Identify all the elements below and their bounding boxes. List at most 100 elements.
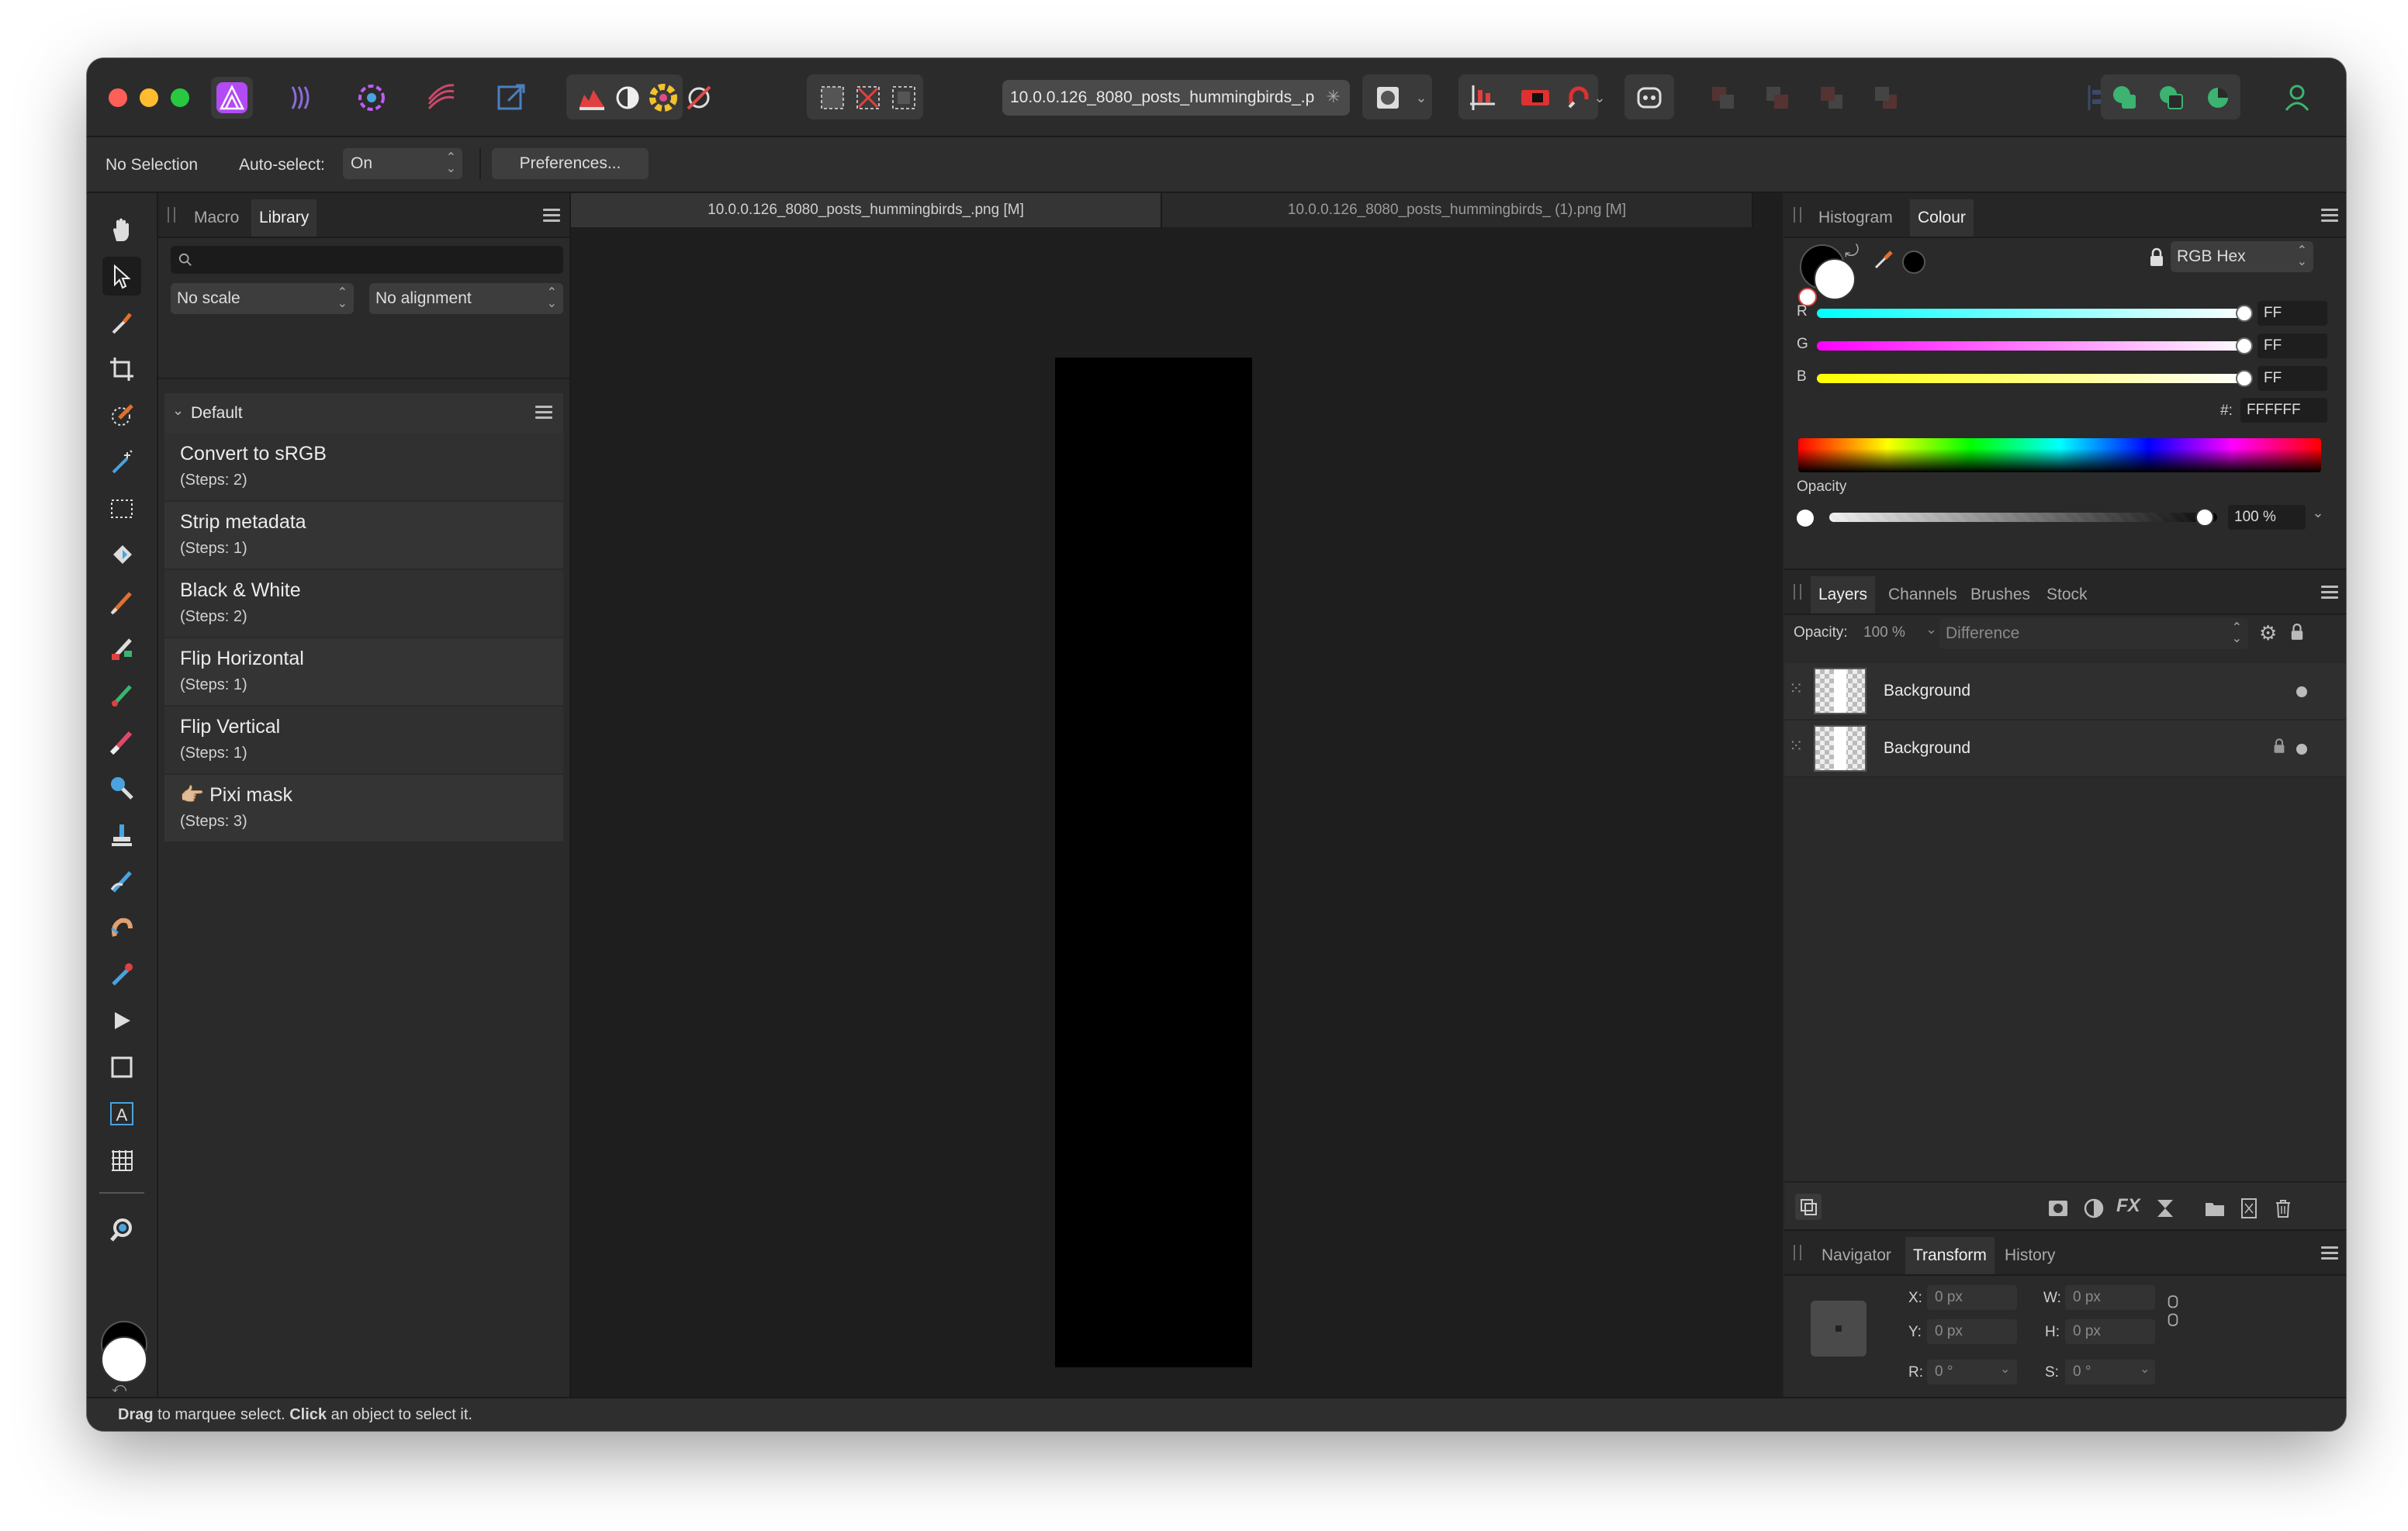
width-field[interactable]: 0 px (2065, 1285, 2155, 1310)
mixer-brush-tool-icon[interactable] (102, 676, 141, 714)
add-boolean-icon[interactable] (2104, 77, 2146, 119)
minimize-window-button[interactable] (140, 88, 158, 107)
marquee-tool-icon[interactable] (102, 489, 141, 528)
colour-picker-tool-icon[interactable] (102, 303, 141, 342)
chevron-down-icon[interactable]: ⌄ (1925, 621, 1937, 638)
y-field[interactable]: 0 px (1927, 1319, 2017, 1344)
lock-icon[interactable] (2149, 247, 2164, 271)
live-filter-icon[interactable] (2154, 1197, 2177, 1224)
export-persona-icon[interactable] (490, 77, 532, 119)
tab-stock[interactable]: Stock (2039, 576, 2095, 613)
account-icon[interactable] (2276, 77, 2318, 119)
blue-slider[interactable] (1817, 374, 2250, 383)
tab-colour[interactable]: Colour (1910, 199, 1974, 237)
hand-tool-icon[interactable] (102, 210, 141, 249)
add-group-icon[interactable] (2203, 1197, 2226, 1224)
panel-menu-icon[interactable] (2321, 586, 2338, 600)
canvas-document[interactable] (1055, 358, 1252, 1367)
colour-mode-select[interactable]: RGB Hex ⌃ ⌄ (2171, 241, 2313, 272)
layer-visibility-icon[interactable] (2296, 744, 2307, 755)
tab-brushes[interactable]: Brushes (1963, 576, 2038, 613)
eyedropper-icon[interactable] (1873, 247, 1896, 275)
mesh-warp-tool-icon[interactable] (102, 1141, 141, 1180)
tab-library[interactable]: Library (251, 199, 317, 237)
erase-brush-tool-icon[interactable] (102, 722, 141, 761)
chevron-down-icon[interactable]: ⌄ (2140, 1361, 2150, 1377)
fill-tool-icon[interactable] (102, 536, 141, 575)
fx-icon[interactable]: FX (2116, 1195, 2140, 1217)
liquify-persona-icon[interactable] (281, 77, 323, 119)
node-tool-icon[interactable] (102, 1001, 141, 1040)
tab-navigator[interactable]: Navigator (1814, 1237, 1899, 1274)
add-pixel-layer-icon[interactable] (2237, 1197, 2261, 1224)
mask-layer-icon[interactable] (2046, 1197, 2070, 1224)
chevron-down-icon[interactable]: ⌄ (2309, 505, 2327, 530)
anchor-point-selector[interactable] (1811, 1301, 1867, 1356)
subtract-boolean-icon[interactable] (2150, 77, 2192, 119)
document-tab[interactable]: 10.0.0.126_8080_posts_hummingbirds_ (1).… (1162, 193, 1753, 227)
layer-options-icon[interactable] (1795, 1194, 1822, 1220)
green-slider-knob[interactable] (2236, 337, 2253, 354)
opacity-slider[interactable] (1829, 513, 2217, 522)
opacity-slider-knob[interactable] (2195, 508, 2214, 527)
hex-value-field[interactable]: FFFFFF (2240, 398, 2327, 423)
tab-history[interactable]: History (1997, 1237, 2063, 1274)
zoom-window-button[interactable] (171, 88, 189, 107)
text-tool-icon[interactable]: A (102, 1094, 141, 1133)
move-forward-icon[interactable] (1811, 77, 1853, 119)
move-back-icon[interactable] (1702, 77, 1744, 119)
blue-value-field[interactable]: FF (2258, 366, 2327, 391)
panel-grip-icon[interactable] (1794, 1245, 1801, 1260)
panel-menu-icon[interactable] (2321, 209, 2338, 223)
blue-slider-knob[interactable] (2236, 370, 2253, 387)
move-backward-icon[interactable] (1756, 77, 1798, 119)
green-value-field[interactable]: FF (2258, 334, 2327, 358)
alignment-select[interactable]: No alignment ⌃ ⌄ (369, 283, 563, 314)
macro-item[interactable]: Black & White (Steps: 2) (164, 570, 563, 637)
chevron-down-icon[interactable]: ⌄ (1590, 85, 1609, 111)
macro-group-header[interactable]: ⌄ Default (164, 393, 563, 434)
quick-mask-icon[interactable] (1367, 77, 1409, 119)
white-balance-icon[interactable] (678, 77, 720, 119)
macro-item[interactable]: Convert to sRGB (Steps: 2) (164, 434, 563, 500)
tab-layers[interactable]: Layers (1811, 576, 1876, 613)
panel-menu-icon[interactable] (543, 209, 560, 223)
blend-mode-select[interactable]: Difference ⌃ ⌄ (1939, 618, 2248, 649)
picked-colour-swatch[interactable] (1902, 251, 1925, 274)
lock-icon[interactable] (2290, 623, 2304, 645)
layer-drag-handle-icon[interactable]: ⁙ (1789, 736, 1803, 756)
tone-mapping-persona-icon[interactable] (420, 77, 462, 119)
close-window-button[interactable] (109, 88, 127, 107)
macro-item[interactable]: Flip Vertical (Steps: 1) (164, 707, 563, 773)
auto-select-dropdown[interactable]: On ⌃ ⌄ (343, 148, 462, 179)
selection-brush-tool-icon[interactable] (102, 396, 141, 435)
layer-row[interactable]: ⁙ Background (1784, 663, 2346, 721)
scale-select[interactable]: No scale ⌃ ⌄ (171, 283, 354, 314)
invert-selection-icon[interactable] (883, 77, 925, 119)
develop-persona-icon[interactable] (351, 77, 393, 119)
gear-icon[interactable]: ⚙ (2259, 621, 2277, 645)
assistant-icon[interactable] (1514, 77, 1556, 119)
photo-persona-icon[interactable] (211, 77, 253, 119)
stroke-colour-swatch[interactable] (1814, 258, 1856, 300)
group-menu-icon[interactable] (535, 406, 552, 420)
panel-grip-icon[interactable] (1794, 207, 1801, 223)
paint-brush-tool-icon[interactable] (102, 582, 141, 621)
preferences-button[interactable]: Preferences... (492, 148, 649, 179)
chevron-down-icon[interactable]: ⌄ (2000, 1361, 2010, 1377)
opacity-value-field[interactable]: 100 % (2228, 505, 2306, 530)
zoom-tool-icon[interactable] (102, 1211, 141, 1249)
move-tool-icon[interactable] (102, 257, 141, 295)
chevron-down-icon[interactable]: ⌄ (1412, 85, 1431, 111)
tab-histogram[interactable]: Histogram (1811, 199, 1901, 237)
green-slider[interactable] (1817, 341, 2250, 351)
layer-lock-icon[interactable] (2273, 738, 2285, 759)
panel-menu-icon[interactable] (2321, 1246, 2338, 1260)
layer-row[interactable]: ⁙ Background (1784, 721, 2346, 778)
crop-tool-icon[interactable] (102, 350, 141, 389)
move-front-icon[interactable] (1865, 77, 1907, 119)
library-search-input[interactable] (171, 246, 563, 274)
rectangle-tool-icon[interactable] (102, 1048, 141, 1087)
tab-channels[interactable]: Channels (1880, 576, 1965, 613)
dodge-tool-icon[interactable] (102, 769, 141, 807)
